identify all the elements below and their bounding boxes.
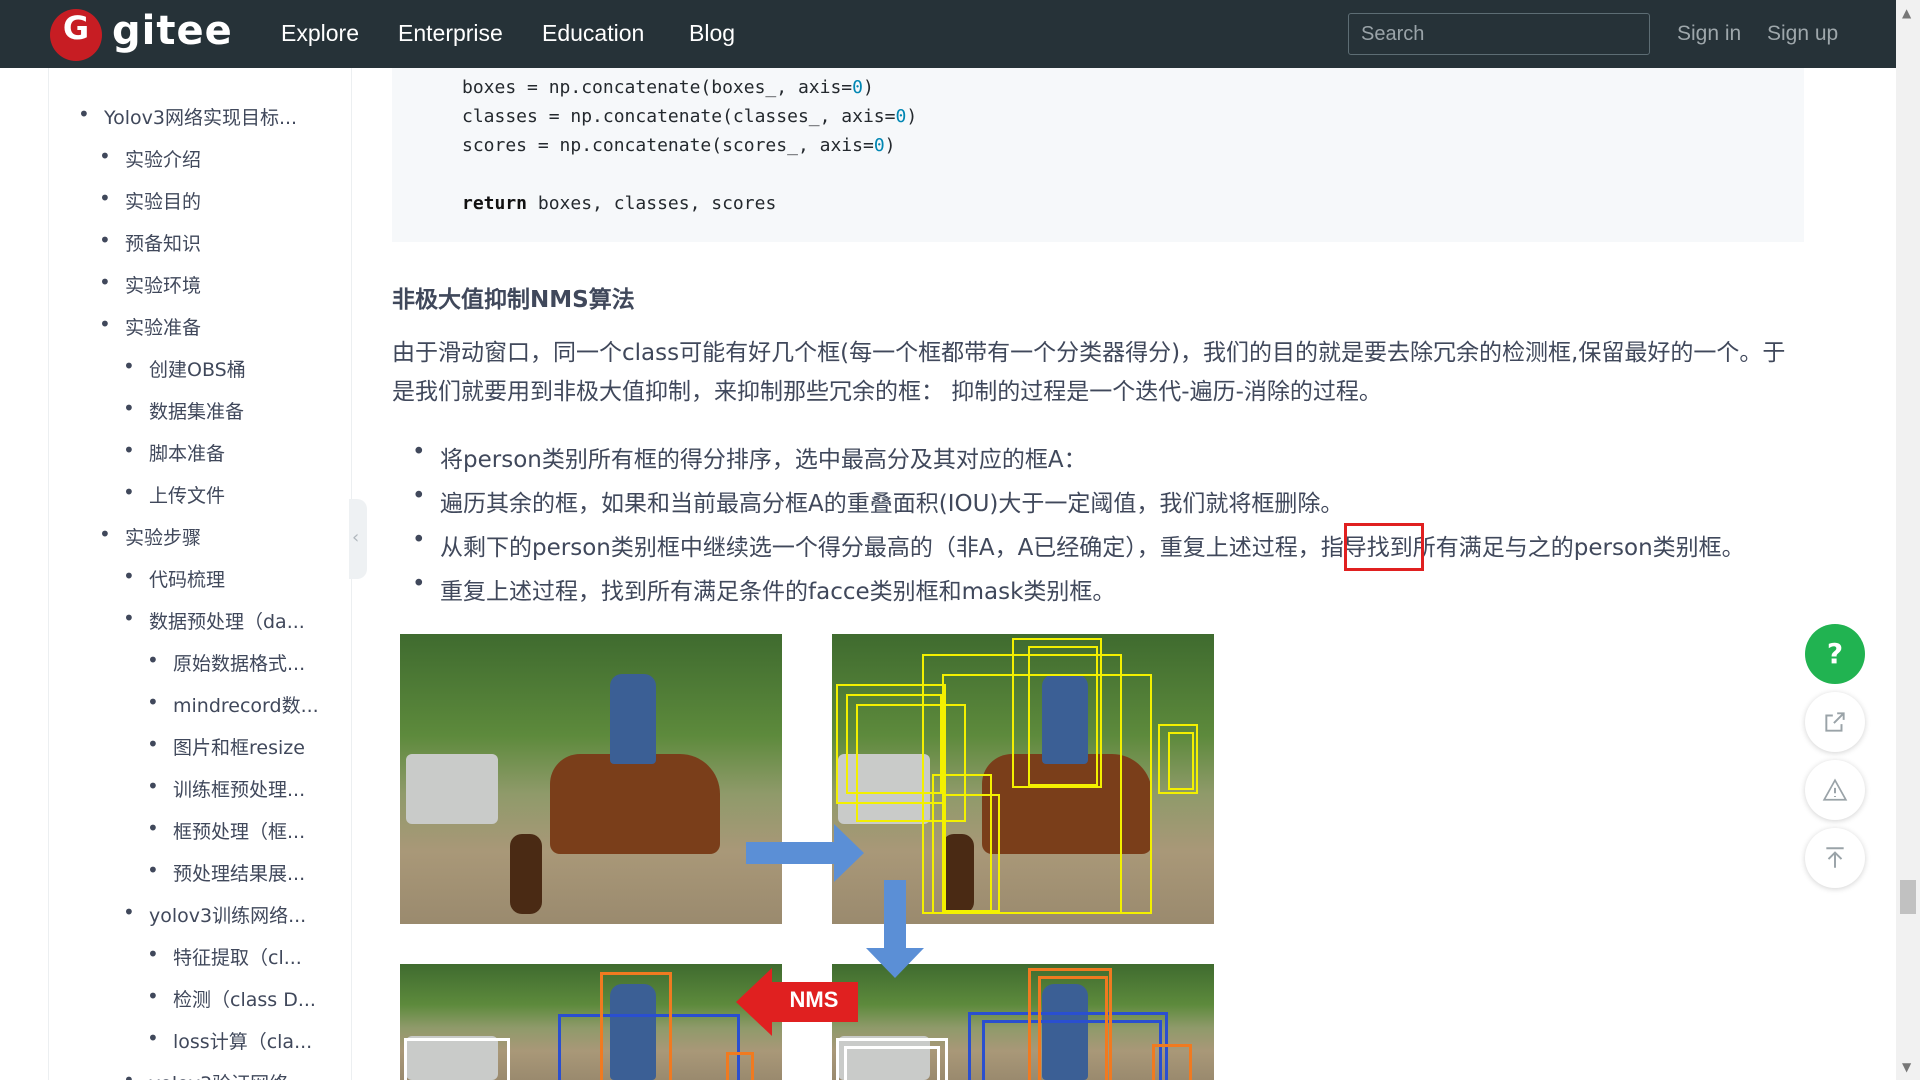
nms-label: NMS bbox=[789, 987, 839, 1012]
back-to-top-button[interactable] bbox=[1805, 828, 1865, 888]
horse-shape bbox=[550, 754, 720, 854]
orange-bbox bbox=[726, 1052, 754, 1080]
toc-item[interactable]: yolov3验证网络... bbox=[123, 1068, 306, 1080]
search-input[interactable] bbox=[1348, 13, 1650, 55]
page-scrollbar[interactable]: ▲ ▼ bbox=[1896, 0, 1920, 1080]
toc-item[interactable]: 脚本准备 bbox=[123, 438, 225, 466]
share-button[interactable] bbox=[1805, 692, 1865, 752]
white-bbox bbox=[844, 1046, 940, 1080]
sidebar-collapse-button[interactable]: ‹ bbox=[349, 499, 367, 579]
toc-item[interactable]: 上传文件 bbox=[123, 480, 225, 508]
orange-bbox bbox=[1152, 1044, 1192, 1080]
toc-item[interactable]: 实验环境 bbox=[99, 270, 201, 298]
toc-item[interactable]: 图片和框resize bbox=[147, 732, 305, 760]
toc-item[interactable]: 特征提取（cl... bbox=[147, 942, 302, 970]
toc-item[interactable]: 实验介绍 bbox=[99, 144, 201, 172]
white-bbox bbox=[404, 1038, 510, 1080]
yellow-bbox bbox=[1028, 646, 1098, 786]
list-item: 重复上述过程，找到所有满足条件的facce类别框和mask类别框。 bbox=[412, 571, 1115, 606]
list-item: 遍历其余的框，如果和当前最高分框A的重叠面积(IOU)大于一定阈值，我们就将框删… bbox=[412, 483, 1343, 518]
report-button[interactable] bbox=[1805, 760, 1865, 820]
toc-item[interactable]: loss计算（cla... bbox=[147, 1026, 312, 1054]
scroll-up-icon[interactable]: ▲ bbox=[1902, 6, 1911, 20]
sign-in-link[interactable]: Sign in bbox=[1677, 22, 1741, 46]
logo-text[interactable]: gitee bbox=[112, 8, 233, 54]
logo-g-glyph: G bbox=[62, 9, 90, 47]
nav-explore[interactable]: Explore bbox=[281, 20, 359, 47]
figure-photo-original bbox=[400, 634, 782, 924]
toc-item[interactable]: 实验准备 bbox=[99, 312, 201, 340]
figure-photo-scored bbox=[832, 964, 1214, 1080]
toc-item[interactable]: 代码梳理 bbox=[123, 564, 225, 592]
toc-sidebar: Yolov3网络实现目标... 实验介绍 实验目的 预备知识 实验环境 实验准备… bbox=[48, 68, 352, 1080]
toc-item[interactable]: 实验目的 bbox=[99, 186, 201, 214]
scroll-down-icon[interactable]: ▼ bbox=[1902, 1060, 1911, 1074]
warning-icon bbox=[1822, 778, 1848, 801]
help-button[interactable]: ? bbox=[1805, 624, 1865, 684]
dog-shape bbox=[510, 834, 542, 914]
toc-item[interactable]: 预备知识 bbox=[99, 228, 201, 256]
gitee-logo-icon[interactable]: G bbox=[50, 9, 102, 61]
sign-up-link[interactable]: Sign up bbox=[1767, 22, 1838, 46]
back-to-top-icon bbox=[1826, 847, 1844, 868]
toc-item[interactable]: yolov3训练网络... bbox=[123, 900, 306, 928]
toc-item[interactable]: 原始数据格式... bbox=[147, 648, 305, 676]
toc-item[interactable]: 预处理结果展... bbox=[147, 858, 305, 886]
toc-item[interactable]: 实验步骤 bbox=[99, 522, 201, 550]
toc-item[interactable]: mindrecord数... bbox=[147, 690, 319, 718]
code-line: classes = np.concatenate(classes_, axis=… bbox=[462, 106, 918, 127]
orange-bbox bbox=[1038, 976, 1108, 1080]
code-block: boxes = np.concatenate(boxes_, axis=0) c… bbox=[392, 68, 1804, 242]
arrow-down-icon bbox=[866, 880, 924, 978]
share-icon bbox=[1825, 712, 1845, 732]
code-line: boxes = np.concatenate(boxes_, axis=0) bbox=[462, 77, 874, 98]
chevron-left-icon: ‹ bbox=[352, 527, 360, 548]
toc-item[interactable]: 数据预处理（da... bbox=[123, 606, 305, 634]
annotation-highlight-box bbox=[1344, 523, 1424, 571]
top-navbar: G gitee Explore Enterprise Education Blo… bbox=[0, 0, 1896, 68]
yellow-bbox bbox=[1168, 732, 1194, 790]
article-paragraph: 由于滑动窗口，同一个class可能有好几个框(每一个框都带有一个分类器得分)，我… bbox=[392, 340, 1786, 405]
code-line: scores = np.concatenate(scores_, axis=0) bbox=[462, 135, 896, 156]
orange-bbox bbox=[600, 972, 672, 1080]
nav-enterprise[interactable]: Enterprise bbox=[398, 20, 503, 47]
section-heading: 非极大值抑制NMS算法 bbox=[392, 287, 635, 313]
code-line-return: return boxes, classes, scores bbox=[462, 193, 777, 214]
rider-shape bbox=[610, 674, 656, 764]
toc-item[interactable]: 创建OBS桶 bbox=[123, 354, 246, 382]
arrow-right-icon bbox=[746, 824, 864, 882]
nms-arrow-icon: NMS bbox=[736, 968, 858, 1036]
yellow-bbox bbox=[944, 794, 1000, 912]
toc-item[interactable]: Yolov3网络实现目标... bbox=[78, 102, 297, 130]
toc-item[interactable]: 数据集准备 bbox=[123, 396, 244, 424]
truck-shape bbox=[406, 754, 498, 824]
figure-photo-result bbox=[400, 964, 782, 1080]
nav-blog[interactable]: Blog bbox=[689, 20, 735, 47]
scrollbar-thumb[interactable] bbox=[1900, 880, 1916, 914]
toc-item[interactable]: 训练框预处理... bbox=[147, 774, 305, 802]
toc-item[interactable]: 框预处理（框... bbox=[147, 816, 305, 844]
toc-item[interactable]: 检测（class D... bbox=[147, 984, 316, 1012]
list-item: 从剩下的person类别框中继续选一个得分最高的（非A，A已经确定），重复上述过… bbox=[412, 527, 1745, 562]
list-item: 将person类别所有框的得分排序，选中最高分及其对应的框A： bbox=[412, 439, 1087, 474]
nav-education[interactable]: Education bbox=[542, 20, 644, 47]
